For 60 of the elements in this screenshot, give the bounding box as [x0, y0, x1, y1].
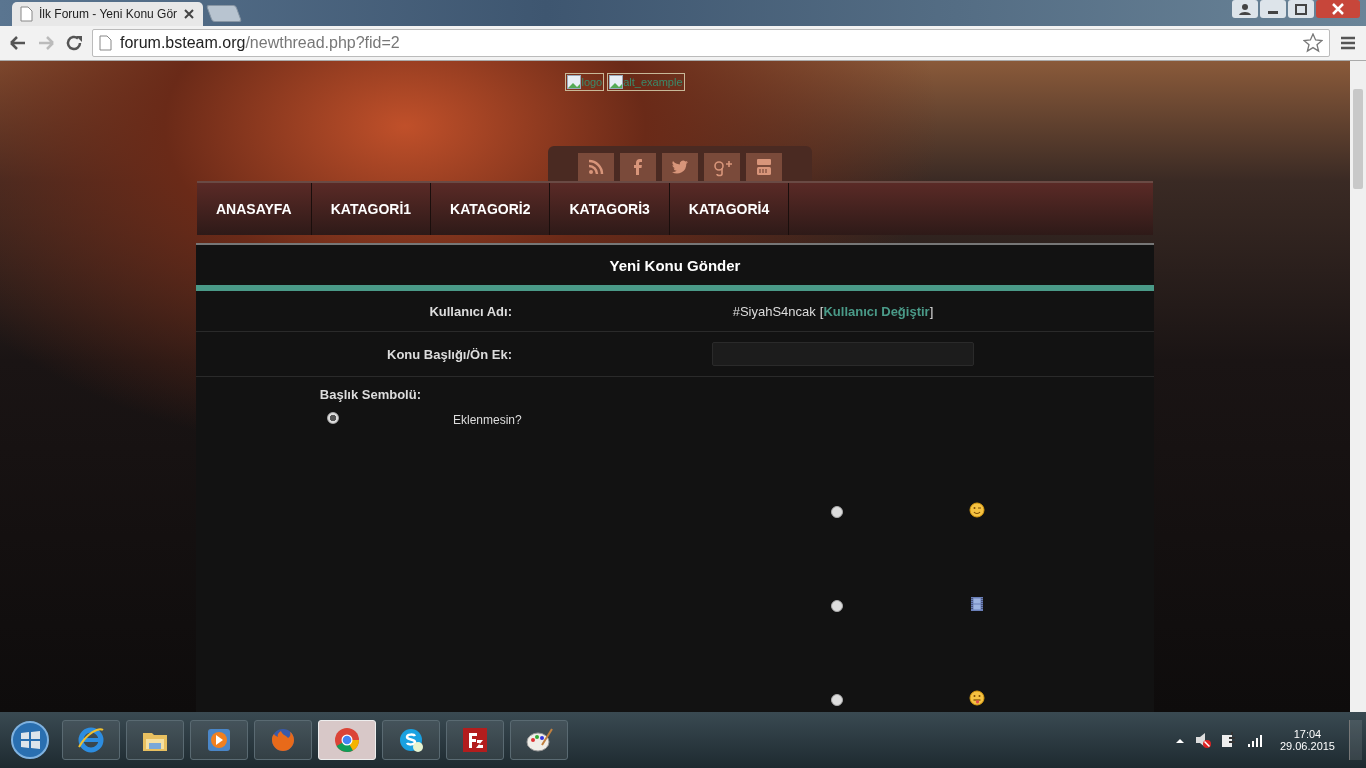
nav-link[interactable]: ANASAYFA [197, 182, 312, 235]
new-tab-button[interactable] [206, 5, 243, 22]
browser-e-icon [76, 725, 106, 755]
winking-face-icon [969, 502, 985, 518]
tab-title: İlk Forum - Yeni Konu Gör [39, 7, 178, 21]
social-link[interactable] [662, 152, 698, 181]
radio-button[interactable] [831, 694, 843, 706]
social-link[interactable] [704, 152, 740, 181]
taskbar-app[interactable] [382, 720, 440, 760]
subject-input[interactable] [712, 342, 974, 366]
radio-button[interactable] [327, 412, 339, 424]
nav-link[interactable]: KATAGORİ1 [311, 182, 432, 235]
page-icon [20, 6, 33, 22]
social-link[interactable] [746, 152, 782, 181]
user-icon[interactable] [1232, 0, 1258, 18]
nav-link[interactable]: KATAGORİ3 [550, 182, 670, 235]
radio-button[interactable] [831, 506, 843, 518]
tongue-face-icon [969, 690, 985, 706]
change-user-link[interactable]: Kullanıcı Değiştir [823, 303, 930, 319]
radio-button[interactable] [831, 600, 843, 612]
clock-date[interactable]: 29.06.2015 [1279, 740, 1335, 752]
bracket-text: [ [819, 303, 824, 319]
social-link[interactable] [578, 152, 614, 181]
taskbar-app[interactable] [62, 720, 120, 760]
social-link[interactable] [620, 152, 656, 181]
close-icon[interactable] [1316, 0, 1360, 18]
reload-icon[interactable] [64, 33, 84, 53]
form-title: Yeni Konu Gönder [608, 255, 742, 276]
address-bar[interactable]: forum.bsteam.org/newthread.php?fid=2 [92, 29, 1330, 57]
browser-tab[interactable]: İlk Forum - Yeni Konu Gör [12, 2, 204, 26]
field-label: Başlık Sembolü: [318, 387, 421, 402]
start-button[interactable] [10, 720, 50, 760]
scrollbar-thumb[interactable] [1353, 89, 1363, 189]
username-text: #SiyahS4ncak [732, 303, 816, 319]
broken-image-icon [609, 75, 624, 89]
bracket-text: ] [929, 303, 934, 319]
field-label: Kullanıcı Adı: [428, 303, 512, 319]
clock-time[interactable]: 17:04 [1293, 728, 1322, 740]
chrome-icon [332, 725, 362, 755]
film-icon [969, 596, 985, 612]
taskbar-app[interactable] [126, 720, 184, 760]
page-icon [99, 35, 112, 51]
signal-bars-icon[interactable] [1245, 732, 1264, 748]
field-label: Konu Başlığı/Ön Ek: [386, 346, 512, 362]
fz-icon [460, 725, 490, 755]
url-text: forum.bsteam.org/newthread.php?fid=2 [120, 34, 400, 52]
maximize-icon[interactable] [1288, 0, 1314, 18]
option-label: Eklenmesin? [453, 412, 522, 427]
minimize-icon[interactable] [1260, 0, 1286, 18]
nav-link[interactable]: KATAGORİ2 [431, 182, 551, 235]
star-icon[interactable] [1303, 33, 1323, 53]
nav-link[interactable]: KATAGORİ4 [669, 182, 790, 235]
broken-image: alt_example [607, 73, 685, 91]
speaker-muted-icon[interactable] [1193, 731, 1212, 749]
broken-image-icon [567, 75, 582, 89]
broken-image: logo [565, 73, 605, 91]
close-icon[interactable] [183, 8, 196, 20]
taskbar-app[interactable] [510, 720, 568, 760]
taskbar-app[interactable] [446, 720, 504, 760]
scrollbar[interactable] [1350, 61, 1366, 712]
